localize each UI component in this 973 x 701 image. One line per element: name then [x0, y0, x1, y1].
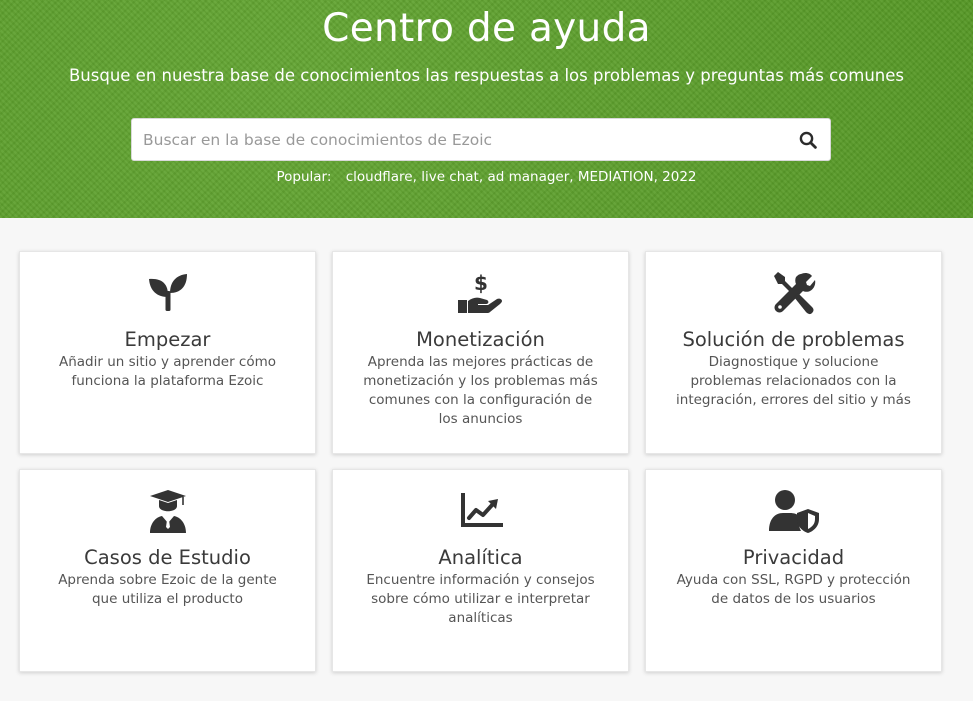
search-input[interactable] — [132, 119, 782, 160]
chart-trend-icon — [460, 493, 503, 527]
search-icon — [799, 131, 817, 149]
page-subtitle: Busque en nuestra base de conocimientos … — [68, 66, 905, 85]
card-title: Casos de Estudio — [84, 546, 251, 569]
card-description: Añadir un sitio y aprender cómo funciona… — [58, 354, 277, 389]
card-title: Monetización — [416, 328, 545, 351]
popular-searches: Popular: cloudflare, live chat, ad manag… — [276, 169, 697, 185]
card-icon-wrap: $ — [333, 271, 628, 315]
card-description: Aprenda las mejores prácticas de monetiz… — [363, 354, 598, 427]
card-icon-wrap — [333, 489, 628, 533]
category-card-empezar[interactable]: Empezar Añadir un sitio y aprender cómo … — [19, 251, 316, 454]
card-title: Solución de problemas — [682, 328, 905, 351]
popular-link-live-chat[interactable]: live chat — [421, 169, 479, 185]
card-description: Aprenda sobre Ezoic de la gente que util… — [58, 572, 277, 607]
popular-label: Popular: — [276, 169, 332, 185]
search-button[interactable] — [796, 128, 820, 152]
seedling-icon — [148, 274, 187, 311]
page-title: Centro de ayuda — [322, 6, 651, 51]
graduate-icon — [149, 490, 186, 533]
popular-link-cloudflare[interactable]: cloudflare — [346, 169, 413, 185]
category-card-casos-de-estudio[interactable]: Casos de Estudio Aprenda sobre Ezoic de … — [19, 469, 316, 672]
card-description: Ayuda con SSL, RGPD y protección de dato… — [676, 572, 911, 607]
search-bar — [131, 118, 831, 161]
hero-banner: Centro de ayuda Busque en nuestra base d… — [0, 0, 973, 218]
card-icon-wrap — [20, 271, 315, 315]
popular-link-2022[interactable]: 2022 — [662, 169, 696, 185]
category-card-analitica[interactable]: Analítica Encuentre información y consej… — [332, 469, 629, 672]
card-title: Privacidad — [742, 546, 845, 569]
category-card-monetizacion[interactable]: $ Monetización Aprenda las mejores práct… — [332, 251, 629, 454]
category-card-solucion-de-problemas[interactable]: Solución de problemas Diagnostique y sol… — [645, 251, 942, 454]
card-icon-wrap — [646, 489, 941, 533]
card-icon-wrap — [20, 489, 315, 533]
user-shield-icon — [768, 490, 819, 533]
card-icon-wrap — [646, 271, 941, 315]
card-title: Empezar — [124, 328, 211, 351]
popular-link-mediation[interactable]: MEDIATION — [578, 169, 654, 185]
popular-link-ad-manager[interactable]: ad manager — [487, 169, 569, 185]
hand-dollar-icon: $ — [457, 272, 502, 313]
card-description: Diagnostique y solucione problemas relac… — [676, 354, 911, 408]
card-title: Analítica — [438, 546, 523, 569]
category-card-privacidad[interactable]: Privacidad Ayuda con SSL, RGPD y protecc… — [645, 469, 942, 672]
card-description: Encuentre información y consejos sobre c… — [366, 572, 595, 626]
tools-icon — [773, 272, 815, 315]
svg-text:$: $ — [474, 272, 488, 295]
